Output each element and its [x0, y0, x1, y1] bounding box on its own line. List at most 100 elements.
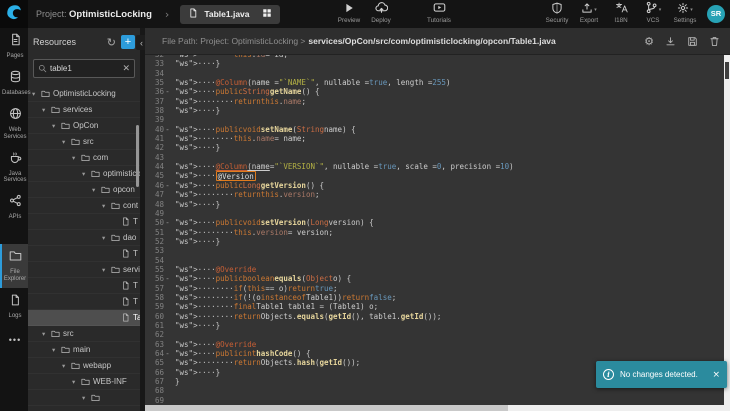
fold-marker[interactable]: - [164, 181, 171, 190]
caret-down-icon[interactable]: ▾ [72, 154, 81, 162]
code-line[interactable]: 47"ws">········return this.version; [145, 190, 724, 199]
tree-file-row[interactable]: T [28, 294, 140, 310]
code-line[interactable]: 64-"ws">····public int hashCode() { [145, 349, 724, 358]
caret-down-icon[interactable]: ▾ [102, 202, 111, 210]
code-line[interactable]: 39 [145, 115, 724, 124]
code-line[interactable]: 40-"ws">····public void setName(String n… [145, 125, 724, 134]
horizontal-scrollbar-thumb[interactable] [145, 405, 508, 411]
code-line[interactable]: 41"ws">········this.name = name; [145, 134, 724, 143]
rail-item-pages[interactable]: Pages [0, 28, 28, 65]
rail-item-apis[interactable]: APIs [0, 189, 28, 226]
code-line[interactable]: 43 [145, 153, 724, 162]
fold-marker[interactable]: - [164, 218, 171, 227]
tree-file-row[interactable]: T [28, 246, 140, 262]
tree-folder-row[interactable]: ▾OptimisticLocking [28, 86, 140, 102]
vertical-scrollbar-thumb[interactable] [725, 62, 729, 79]
code-line[interactable]: 33"ws">····} [145, 59, 724, 68]
caret-down-icon[interactable]: ▾ [62, 362, 71, 370]
rail-item-more[interactable]: ••• [0, 325, 28, 353]
code-line[interactable]: 36-"ws">····public String getName() { [145, 87, 724, 96]
trash-icon[interactable] [709, 36, 720, 47]
code-line[interactable]: 37"ws">········return this.name; [145, 97, 724, 106]
rail-item-logs[interactable]: Logs [0, 288, 28, 325]
tree-folder-row[interactable]: ▾servi [28, 262, 140, 278]
add-resource-button[interactable]: + [121, 35, 135, 49]
code-line[interactable]: 49 [145, 209, 724, 218]
tree-folder-row[interactable]: ▾OpCon [28, 118, 140, 134]
refresh-icon[interactable]: ↻ [107, 36, 116, 49]
code-line[interactable]: 69 [145, 396, 724, 405]
open-file-tab[interactable]: Table1.java [180, 5, 279, 24]
security-button[interactable]: Security [544, 3, 570, 24]
fold-marker[interactable]: - [164, 349, 171, 358]
code-line[interactable]: 52"ws">····} [145, 237, 724, 246]
editor-horizontal-scrollbar[interactable] [145, 405, 730, 411]
app-logo[interactable] [0, 0, 28, 28]
caret-down-icon[interactable]: ▾ [82, 394, 91, 402]
download-icon[interactable] [665, 36, 676, 47]
code-line[interactable]: 46-"ws">····public Long getVersion() { [145, 181, 724, 190]
code-line[interactable]: 45"ws">····@Version [145, 171, 724, 180]
tree-file-row[interactable]: Table [28, 310, 140, 326]
fold-marker[interactable]: - [164, 274, 171, 283]
caret-down-icon[interactable]: ▾ [52, 346, 61, 354]
search-input[interactable]: table1 [50, 64, 119, 73]
code-line[interactable]: 62 [145, 330, 724, 339]
tree-file-row[interactable]: T [28, 278, 140, 294]
code-line[interactable]: 63"ws">····@Override [145, 340, 724, 349]
file-settings-gear-icon[interactable]: ⚙ [644, 35, 654, 48]
caret-down-icon[interactable]: ▾ [42, 106, 51, 114]
grid-icon[interactable] [262, 8, 272, 20]
tree-scrollbar-thumb[interactable] [136, 125, 139, 187]
tree-folder-row[interactable]: ▾webapp [28, 358, 140, 374]
code-line[interactable]: 51"ws">········this.version = version; [145, 228, 724, 237]
settings-button[interactable]: ▾Settings [672, 3, 698, 24]
code-line[interactable]: 50-"ws">····public void setVersion(Long … [145, 218, 724, 227]
preview-button[interactable]: Preview [336, 3, 362, 24]
editor-vertical-scrollbar[interactable] [724, 55, 730, 405]
i18n-button[interactable]: I18N [608, 3, 634, 24]
code-line[interactable]: 35"ws">····@Column(name = "`NAME`", null… [145, 78, 724, 87]
caret-down-icon[interactable]: ▾ [42, 330, 51, 338]
code-line[interactable]: 55"ws">····@Override [145, 265, 724, 274]
tree-folder-row[interactable]: ▾dao [28, 230, 140, 246]
tree-file-row[interactable]: T [28, 214, 140, 230]
code-editor[interactable]: 32"ws">········this.id = id;33"ws">····}… [145, 55, 724, 405]
caret-down-icon[interactable]: ▾ [52, 122, 61, 130]
tree-folder-row[interactable]: ▾src [28, 134, 140, 150]
tree-folder-row[interactable]: ▾ [28, 390, 140, 406]
save-icon[interactable] [687, 36, 698, 47]
tutorials-button[interactable]: Tutorials [426, 3, 452, 24]
fold-marker[interactable]: - [164, 87, 171, 96]
export-button[interactable]: ▾Export [576, 3, 602, 24]
code-line[interactable]: 53 [145, 246, 724, 255]
tree-folder-row[interactable]: ▾src [28, 326, 140, 342]
clear-search-icon[interactable]: ✕ [122, 64, 130, 74]
code-line[interactable]: 58"ws">········if (!(o instanceof Table1… [145, 293, 724, 302]
fold-marker[interactable]: - [164, 125, 171, 134]
tree-folder-row[interactable]: ▾com [28, 150, 140, 166]
caret-down-icon[interactable]: ▾ [82, 170, 91, 178]
caret-down-icon[interactable]: ▾ [92, 186, 101, 194]
code-line[interactable]: 54 [145, 256, 724, 265]
rail-item-databases[interactable]: Databases [0, 65, 28, 102]
resource-search-box[interactable]: table1 ✕ [33, 59, 135, 78]
code-line[interactable]: 57"ws">········if (this == o) return tru… [145, 284, 724, 293]
toast-close-icon[interactable]: × [712, 370, 720, 380]
caret-down-icon[interactable]: ▾ [32, 90, 41, 98]
tree-folder-row[interactable]: ▾WEB-INF [28, 374, 140, 390]
code-line[interactable]: 48"ws">····} [145, 200, 724, 209]
tree-folder-row[interactable]: ▾optimisticloc [28, 166, 140, 182]
caret-down-icon[interactable]: ▾ [102, 234, 111, 242]
code-line[interactable]: 42"ws">····} [145, 143, 724, 152]
deploy-button[interactable]: Deploy [368, 3, 394, 24]
tree-folder-row[interactable]: ▾main [28, 342, 140, 358]
rail-item-web-services[interactable]: Web Services [0, 102, 28, 146]
tree-folder-row[interactable]: ▾services [28, 102, 140, 118]
code-line[interactable]: 56-"ws">····public boolean equals(Object… [145, 274, 724, 283]
code-line[interactable]: 34 [145, 69, 724, 78]
code-line[interactable]: 61"ws">····} [145, 321, 724, 330]
caret-down-icon[interactable]: ▾ [62, 138, 71, 146]
code-line[interactable]: 60"ws">········return Objects.equals(get… [145, 312, 724, 321]
user-avatar[interactable]: SR [707, 5, 725, 23]
